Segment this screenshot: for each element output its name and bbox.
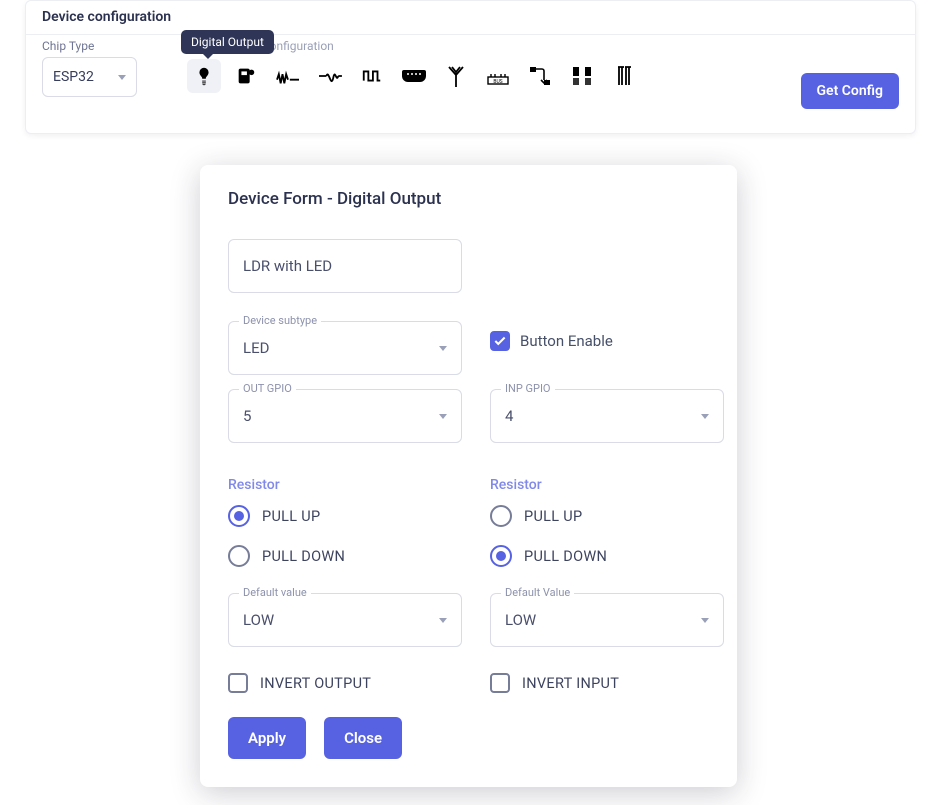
config-icon-pwm[interactable] — [355, 59, 389, 93]
default-value-right-select[interactable]: Default Value LOW — [490, 593, 724, 647]
panel-title: Device configuration — [26, 1, 915, 35]
apply-button[interactable]: Apply — [228, 717, 306, 759]
radio-icon — [490, 505, 512, 527]
resistor-left-pulldown[interactable]: PULL DOWN — [228, 545, 462, 567]
button-enable-checkbox-row[interactable]: Button Enable — [490, 331, 613, 351]
invert-output-row[interactable]: INVERT OUTPUT — [228, 673, 462, 693]
chip-type-value: ESP32 — [53, 69, 94, 85]
chevron-down-icon — [118, 75, 126, 80]
tooltip: Digital Output — [181, 30, 274, 54]
device-subtype-value: LED — [243, 339, 269, 357]
chip-type-field: Chip Type ESP32 — [42, 39, 137, 97]
resistor-label-right: Resistor — [490, 477, 724, 493]
inp-gpio-label: INP GPIO — [501, 382, 555, 395]
resistor-left-pullup[interactable]: PULL UP — [228, 505, 462, 527]
chevron-down-icon — [439, 346, 447, 351]
config-icon-network[interactable] — [523, 59, 557, 93]
out-gpio-select[interactable]: OUT GPIO 5 — [228, 389, 462, 443]
button-enable-checkbox[interactable] — [490, 331, 510, 351]
radio-icon — [490, 545, 512, 567]
invert-output-label: INVERT OUTPUT — [260, 675, 371, 692]
device-subtype-select[interactable]: Device subtype LED — [228, 321, 462, 375]
pulldown-label: PULL DOWN — [524, 548, 607, 565]
device-name-input[interactable]: LDR with LED — [228, 239, 462, 293]
default-value-right-value: LOW — [505, 611, 536, 629]
get-config-button[interactable]: Get Config — [801, 73, 899, 109]
chip-type-label: Chip Type — [42, 39, 137, 53]
pulldown-label: PULL DOWN — [262, 548, 345, 565]
config-icon-antenna[interactable] — [439, 59, 473, 93]
out-gpio-label: OUT GPIO — [239, 382, 296, 395]
config-icon-bus[interactable]: BUS — [481, 59, 515, 93]
pullup-label: PULL UP — [262, 508, 320, 525]
resistor-label-left: Resistor — [228, 477, 462, 493]
radio-icon — [228, 545, 250, 567]
device-name-value: LDR with LED — [243, 257, 332, 275]
default-value-right-label: Default Value — [501, 586, 574, 599]
device-form-dialog: Device Form - Digital Output LDR with LE… — [200, 165, 737, 787]
default-value-left-label: Default value — [239, 586, 311, 599]
config-icon-pins[interactable] — [607, 59, 641, 93]
device-subtype-label: Device subtype — [239, 314, 321, 327]
resistor-right-pulldown[interactable]: PULL DOWN — [490, 545, 724, 567]
default-value-left-value: LOW — [243, 611, 274, 629]
radio-icon — [228, 505, 250, 527]
config-icon-analog-input[interactable] — [271, 59, 305, 93]
chevron-down-icon — [701, 414, 709, 419]
button-enable-label: Button Enable — [520, 332, 613, 350]
device-configuration-panel: Device configuration Chip Type ESP32 Sel… — [25, 0, 916, 134]
invert-input-label: INVERT INPUT — [522, 675, 619, 692]
invert-input-row[interactable]: INVERT INPUT — [490, 673, 724, 693]
chevron-down-icon — [439, 618, 447, 623]
new-configuration-picker: Select a New configuration Digital Outpu… — [187, 39, 641, 93]
config-icon-digital-input[interactable] — [229, 59, 263, 93]
svg-text:BUS: BUS — [493, 79, 502, 85]
invert-input-checkbox[interactable] — [490, 673, 510, 693]
pullup-label: PULL UP — [524, 508, 582, 525]
resistor-right-pullup[interactable]: PULL UP — [490, 505, 724, 527]
config-icon-analog-output[interactable] — [313, 59, 347, 93]
close-button[interactable]: Close — [324, 717, 402, 759]
config-icon-digital-output[interactable] — [187, 59, 221, 93]
out-gpio-value: 5 — [243, 407, 251, 425]
invert-output-checkbox[interactable] — [228, 673, 248, 693]
chevron-down-icon — [439, 414, 447, 419]
inp-gpio-select[interactable]: INP GPIO 4 — [490, 389, 724, 443]
chip-type-select[interactable]: ESP32 — [42, 57, 137, 97]
dialog-title: Device Form - Digital Output — [228, 189, 709, 209]
inp-gpio-value: 4 — [505, 407, 513, 425]
config-icon-module[interactable] — [565, 59, 599, 93]
config-icon-uart[interactable] — [397, 59, 431, 93]
default-value-left-select[interactable]: Default value LOW — [228, 593, 462, 647]
chevron-down-icon — [701, 618, 709, 623]
